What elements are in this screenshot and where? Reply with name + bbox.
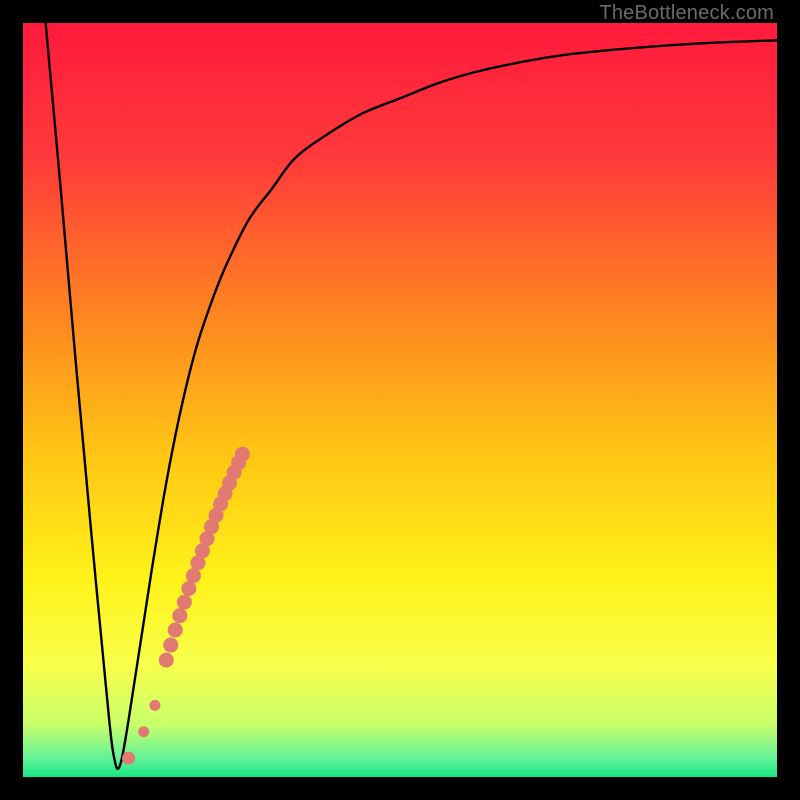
marker-dot [139,727,149,737]
watermark-text: TheBottleneck.com [599,2,774,25]
marker-dot [168,623,182,637]
marker-dot [164,638,178,652]
curve-markers [23,23,777,777]
chart-frame: TheBottleneck.com [0,0,800,800]
marker-dot [173,609,187,623]
marker-dot [235,447,249,461]
plot-area [23,23,777,777]
marker-dot [186,569,200,583]
marker-dot [182,582,196,596]
marker-dot [159,653,173,667]
marker-dot [150,700,160,710]
marker-dot [177,595,191,609]
marker-dot [123,752,135,764]
